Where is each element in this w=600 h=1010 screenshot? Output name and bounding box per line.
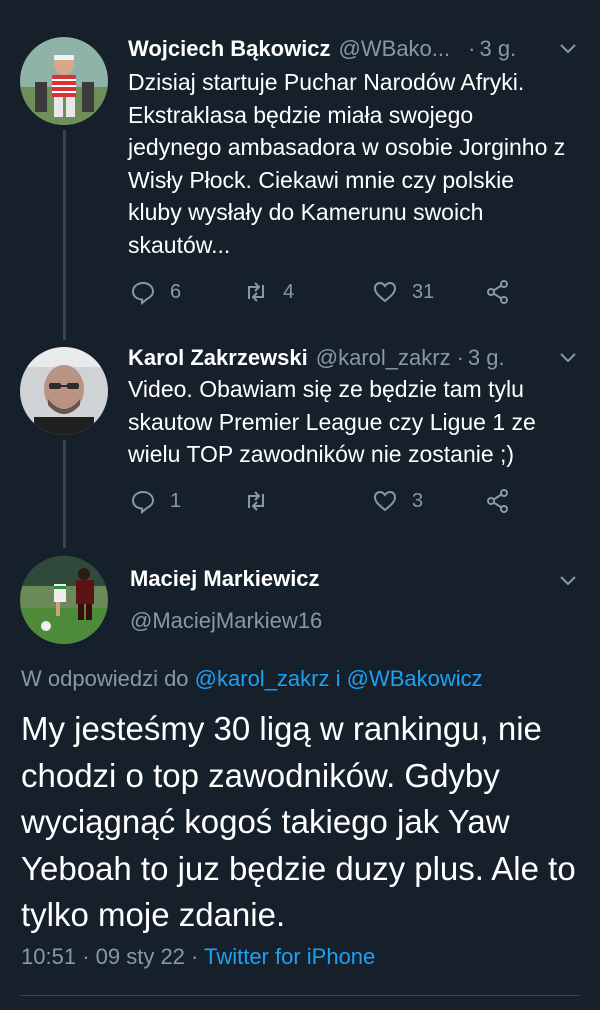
retweet-button[interactable]	[243, 488, 372, 514]
like-icon	[373, 281, 397, 303]
tweet-actions: 6 4 31	[130, 279, 511, 305]
tweet-text: My jesteśmy 30 ligą w rankingu, nie chod…	[21, 710, 576, 933]
retweet-icon	[248, 282, 264, 302]
author-name[interactable]: Maciej Markiewicz	[130, 566, 320, 592]
like-button[interactable]: 31	[372, 279, 485, 305]
separator-dot: ·	[468, 36, 476, 61]
like-count: 3	[412, 489, 424, 512]
avatar[interactable]	[20, 37, 108, 125]
retweet-count: 4	[283, 280, 295, 303]
tweet-meta: 10:51 · 09 sty 22 · Twitter for iPhone	[21, 944, 375, 970]
reply-mention-link[interactable]: @karol_zakrz	[195, 666, 330, 691]
reply-conjunction: i	[335, 666, 341, 691]
reply-icon	[131, 490, 155, 514]
tweet-text: Dzisiaj startuje Puchar Narodów Afryki. …	[128, 69, 566, 258]
chevron-down-icon[interactable]	[558, 570, 578, 590]
reply-icon	[131, 281, 155, 305]
reply-button[interactable]: 1	[130, 488, 243, 514]
tweet-time[interactable]: 3 g.	[479, 36, 516, 62]
like-button[interactable]: 3	[372, 488, 485, 514]
chevron-down-icon[interactable]	[558, 347, 578, 367]
tweet-time: 10:51	[21, 944, 77, 969]
reply-button[interactable]: 6	[130, 279, 243, 305]
author-name[interactable]: Wojciech Bąkowicz	[128, 36, 331, 62]
share-icon	[487, 489, 508, 513]
share-icon	[487, 280, 508, 304]
reply-mention-link[interactable]: @WBakowicz	[347, 666, 483, 691]
divider	[20, 995, 580, 996]
author-name[interactable]: Karol Zakrzewski	[128, 345, 308, 371]
tweet-header: Wojciech Bąkowicz @WBako... · 3 g.	[128, 36, 516, 62]
reply-prefix: W odpowiedzi do	[21, 666, 189, 691]
reply-count: 1	[170, 489, 182, 512]
share-button[interactable]	[485, 488, 511, 514]
tweet-source-link[interactable]: Twitter for iPhone	[204, 944, 375, 969]
like-count: 31	[412, 280, 435, 303]
thread-line	[63, 130, 66, 340]
share-button[interactable]	[485, 279, 511, 305]
tweet-text: Video. Obawiam się ze będzie tam tylu sk…	[128, 376, 536, 467]
tweet-date: 09 sty 22	[95, 944, 185, 969]
avatar[interactable]	[20, 556, 108, 644]
author-handle[interactable]: @MaciejMarkiew16	[130, 608, 322, 634]
tweet-actions: 1 3	[130, 488, 511, 514]
author-handle[interactable]: @karol_zakrz	[316, 345, 451, 371]
separator-dot: ·	[456, 345, 464, 370]
separator-dot: ·	[191, 944, 199, 969]
avatar[interactable]	[20, 347, 108, 435]
retweet-icon	[248, 491, 264, 511]
thread-line	[63, 440, 66, 548]
tweet-header: Karol Zakrzewski @karol_zakrz · 3 g.	[128, 345, 505, 371]
separator-dot: ·	[82, 944, 90, 969]
chevron-down-icon[interactable]	[558, 38, 578, 58]
like-icon	[373, 490, 397, 512]
author-handle[interactable]: @WBako...	[339, 36, 451, 62]
tweet-time[interactable]: 3 g.	[468, 345, 505, 371]
reply-count: 6	[170, 280, 182, 303]
reply-context: W odpowiedzi do @karol_zakrz i @WBakowic…	[21, 666, 483, 692]
retweet-button[interactable]: 4	[243, 279, 372, 305]
